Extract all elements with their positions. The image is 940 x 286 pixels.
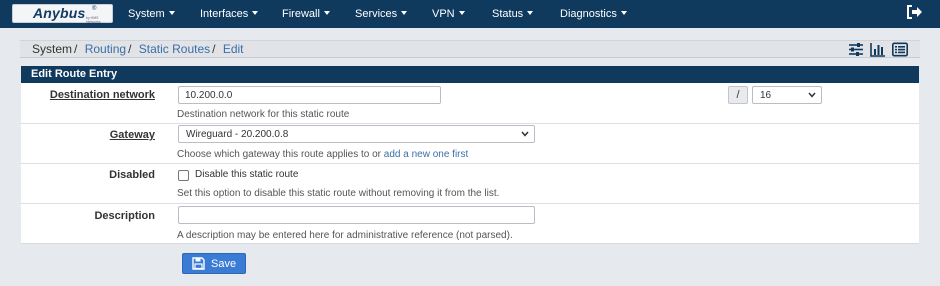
row-divider: [21, 163, 919, 164]
destination-network-help: Destination network for this static rout…: [177, 109, 350, 120]
caret-down-icon: [252, 11, 259, 15]
nav-menu-system[interactable]: System: [128, 8, 175, 20]
list-icon[interactable]: [892, 42, 908, 57]
cidr-mask-select[interactable]: 16: [752, 86, 822, 104]
chevron-down-icon: [808, 92, 816, 98]
caret-down-icon: [168, 11, 175, 15]
disabled-label: Disabled: [109, 169, 155, 181]
panel-title: Edit Route Entry: [21, 66, 919, 83]
breadcrumb-edit-link[interactable]: Edit: [223, 42, 244, 56]
disable-route-checkbox-label[interactable]: Disable this static route: [195, 169, 298, 180]
cidr-mask-value: 16: [760, 90, 772, 101]
nav-menu-label: Status: [492, 8, 524, 20]
nav-menu-interfaces[interactable]: Interfaces: [200, 8, 259, 20]
nav-menu-label: System: [128, 8, 165, 20]
chevron-down-icon: [521, 131, 529, 137]
save-button[interactable]: Save: [182, 253, 246, 274]
breadcrumb-system: System: [32, 42, 73, 56]
cidr-slash: /: [728, 86, 748, 104]
top-navbar: Anybus ® by HMS Networks System Interfac…: [0, 0, 940, 28]
bar-chart-icon[interactable]: [870, 42, 886, 57]
caret-down-icon: [527, 11, 534, 15]
gateway-label: Gateway: [109, 129, 155, 141]
disable-route-checkbox[interactable]: [178, 170, 189, 181]
brand-logo[interactable]: Anybus ® by HMS Networks: [12, 4, 113, 24]
description-input[interactable]: [178, 206, 535, 224]
row-divider: [21, 123, 919, 124]
sliders-icon[interactable]: [848, 42, 864, 57]
caret-down-icon: [323, 11, 330, 15]
breadcrumb-bar: System / Routing / Static Routes / Edit: [20, 40, 920, 58]
breadcrumb-separator: /: [128, 42, 132, 56]
breadcrumb-separator: /: [74, 42, 78, 56]
nav-menu-label: Firewall: [282, 8, 320, 20]
gateway-help-text: Choose which gateway this route applies …: [177, 149, 384, 160]
add-gateway-link[interactable]: add a new one first: [384, 149, 469, 160]
save-icon: [192, 257, 205, 270]
nav-menu-label: Interfaces: [200, 8, 249, 20]
nav-menu-label: Services: [355, 8, 398, 20]
nav-menu-vpn[interactable]: VPN: [432, 8, 465, 20]
nav-menu-diagnostics[interactable]: Diagnostics: [560, 8, 627, 20]
nav-menu-status[interactable]: Status: [492, 8, 534, 20]
caret-down-icon: [458, 11, 465, 15]
disabled-help: Set this option to disable this static r…: [177, 188, 500, 199]
edit-route-form: Destination network 10.200.0.0 / 16 Dest…: [21, 83, 919, 244]
description-help: A description may be entered here for ad…: [177, 230, 513, 241]
gateway-select[interactable]: Wireguard - 20.200.0.8: [178, 125, 535, 143]
breadcrumb-routing-link[interactable]: Routing: [85, 42, 126, 56]
save-button-label: Save: [211, 258, 237, 270]
logout-icon[interactable]: [906, 4, 924, 20]
breadcrumb-static-routes-link[interactable]: Static Routes: [139, 42, 210, 56]
description-label: Description: [94, 210, 155, 222]
caret-down-icon: [620, 11, 627, 15]
nav-menu-label: Diagnostics: [560, 8, 617, 20]
row-divider: [21, 203, 919, 204]
gateway-help: Choose which gateway this route applies …: [177, 149, 468, 160]
destination-network-input[interactable]: 10.200.0.0: [178, 86, 441, 104]
breadcrumb: System / Routing / Static Routes / Edit: [32, 42, 244, 56]
nav-menu-services[interactable]: Services: [355, 8, 408, 20]
brand-logo-text: Anybus: [33, 5, 86, 21]
brand-registered-mark: ®: [92, 6, 97, 12]
nav-menu-firewall[interactable]: Firewall: [282, 8, 330, 20]
nav-menu-label: VPN: [432, 8, 455, 20]
destination-network-label: Destination network: [49, 89, 155, 101]
breadcrumb-separator: /: [212, 42, 216, 56]
gateway-selected-value: Wireguard - 20.200.0.8: [186, 129, 289, 140]
brand-logo-subtext: by HMS Networks: [86, 16, 101, 24]
caret-down-icon: [401, 11, 408, 15]
